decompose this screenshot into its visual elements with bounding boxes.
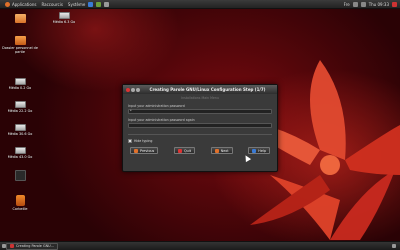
system-menu[interactable]: Système: [68, 2, 85, 7]
quit-button[interactable]: Quit: [173, 147, 196, 154]
drive-icon: [58, 12, 70, 19]
folder-icon: [14, 14, 26, 23]
arrow-right-icon: [214, 148, 219, 153]
password-again-field[interactable]: [128, 123, 272, 128]
drive-icon: [14, 101, 26, 108]
top-panel: Applications Raccourcis Système Fre Thu …: [0, 0, 400, 9]
desktop-icon-label: Média 43.0 Go: [7, 155, 33, 159]
checkbox-icon[interactable]: [128, 139, 132, 143]
browser-launcher-icon[interactable]: [88, 1, 94, 7]
desktop-icon-media-5[interactable]: Média 43.0 Go: [2, 147, 38, 159]
applications-menu[interactable]: Applications: [5, 1, 37, 7]
power-icon[interactable]: [392, 2, 397, 7]
desktop-icon-home[interactable]: Dossier personnel de partie: [2, 36, 38, 54]
home-folder-icon: [14, 36, 26, 45]
desktop-icon-media-3[interactable]: Média 22.2 Go: [2, 101, 38, 113]
divider: [128, 134, 272, 135]
desktop-icon-label: Média 22.2 Go: [7, 109, 33, 113]
desktop-icon-label: Média 0.2 Go: [8, 86, 32, 90]
network-icon[interactable]: [352, 2, 358, 7]
minimize-icon[interactable]: [131, 87, 135, 92]
desktop-icon-media-4[interactable]: Média 30.6 Go: [2, 124, 38, 136]
desktop-icon-trash[interactable]: Corbeille: [2, 195, 38, 211]
taskbar-item[interactable]: Creating Parole GNU...: [6, 242, 58, 250]
volume-icon[interactable]: [360, 2, 366, 7]
dialog-titlebar[interactable]: Creating Parole GNU/Linux Configuration …: [123, 85, 277, 94]
taskbar-item-label: Creating Parole GNU...: [16, 244, 54, 248]
ghost-heading: Installations Main Menu: [181, 96, 219, 100]
bottom-panel: Creating Parole GNU...: [0, 241, 400, 250]
trash-icon: [15, 195, 25, 206]
help-launcher-icon[interactable]: [104, 1, 110, 7]
arrow-left-icon: [134, 148, 138, 153]
distro-logo-icon: [5, 1, 10, 7]
mail-launcher-icon[interactable]: [96, 1, 102, 7]
app-icon: [10, 244, 14, 248]
drive-icon: [14, 78, 26, 85]
trash-applet-icon[interactable]: [392, 244, 396, 248]
help-icon: [252, 148, 257, 153]
previous-button[interactable]: Previous: [130, 147, 159, 154]
quit-icon: [177, 148, 182, 153]
desktop-icon-label: Corbeille: [12, 207, 28, 211]
previous-button-label: Previous: [140, 148, 155, 153]
desktop-icon-folder[interactable]: [2, 14, 38, 24]
close-icon[interactable]: [126, 87, 130, 92]
password-field[interactable]: *: [128, 109, 272, 114]
desktop-icon-label: Média 30.6 Go: [7, 132, 33, 136]
hide-typing-checkbox[interactable]: Hide typing: [128, 139, 272, 143]
desktop-icon-media-1[interactable]: Média 0.2 Go: [2, 78, 38, 90]
hide-typing-label: Hide typing: [134, 139, 153, 143]
desktop-icon-media-2[interactable]: Média 6.3 Go: [46, 12, 82, 24]
places-menu[interactable]: Raccourcis: [41, 2, 62, 7]
clock[interactable]: Thu 09:33: [369, 2, 389, 7]
keyboard-layout-indicator[interactable]: Fre: [344, 2, 350, 7]
desktop-icon-label: Dossier personnel de partie: [2, 46, 38, 54]
next-button[interactable]: Next: [210, 147, 233, 154]
script-icon: [14, 170, 26, 181]
next-button-label: Next: [220, 148, 229, 153]
desktop-icon-script[interactable]: [2, 170, 38, 182]
configuration-dialog: Creating Parole GNU/Linux Configuration …: [122, 84, 278, 172]
maximize-icon[interactable]: [136, 87, 140, 92]
desktop-icon-label: Média 6.3 Go: [52, 20, 76, 24]
system-tray: Fre Thu 09:33: [344, 0, 397, 9]
show-desktop-icon[interactable]: [2, 244, 6, 248]
dialog-title: Creating Parole GNU/Linux Configuration …: [149, 87, 266, 92]
help-button[interactable]: Help: [248, 147, 270, 154]
places-menu-label: Raccourcis: [41, 1, 63, 7]
system-menu-label: Système: [67, 1, 86, 7]
help-button-label: Help: [258, 148, 266, 153]
drive-icon: [14, 147, 26, 154]
applications-menu-label: Applications: [12, 1, 37, 7]
password-again-label: Input your administration password again: [128, 118, 195, 122]
password-label: Input your administration password: [128, 104, 185, 108]
quit-button-label: Quit: [183, 148, 192, 153]
drive-icon: [14, 124, 26, 131]
